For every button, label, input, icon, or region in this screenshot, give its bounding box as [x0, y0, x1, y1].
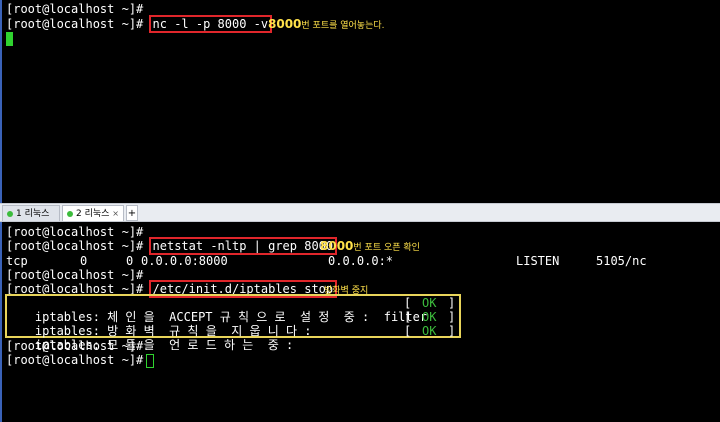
- annotation-port-check: 8000번 포트 오픈 확인: [320, 239, 420, 253]
- cursor-line: [6, 32, 13, 46]
- nc-command: nc -l -p 8000 -v: [148, 15, 273, 33]
- iptables-output-line: iptables: 체 인 을 ACCEPT 규 칙 으 로 설 정 중 : f…: [34, 296, 456, 324]
- add-tab-button[interactable]: +: [126, 205, 138, 221]
- close-tab-icon[interactable]: ×: [112, 206, 119, 222]
- text-cursor: [146, 354, 155, 368]
- tab-session-1[interactable]: 1 리눅스: [2, 205, 60, 221]
- text-cursor: [6, 32, 13, 46]
- ok-status: OK: [422, 296, 437, 310]
- prompt-line: [root@localhost ~]#: [6, 339, 144, 353]
- prompt-line: [root@localhost ~]#: [6, 2, 144, 16]
- prompt-line: [root@localhost ~]#: [6, 268, 144, 282]
- terminal-pane-bottom[interactable]: [root@localhost ~]# [root@localhost ~]# …: [0, 222, 720, 422]
- session-tab-bar: 1 리눅스 2 리눅스 × +: [0, 203, 720, 222]
- status-dot-icon: [67, 210, 73, 217]
- command-line: [root@localhost ~]# nc -l -p 8000 -v: [6, 15, 273, 33]
- annotation-open-port: 8000번 포트를 열어놓는다.: [268, 17, 385, 31]
- cursor-line: [root@localhost ~]#: [6, 353, 155, 368]
- status-dot-icon: [7, 210, 13, 217]
- ok-status: OK: [422, 310, 437, 324]
- prompt: [root@localhost ~]#: [6, 17, 144, 31]
- prompt-line: [root@localhost ~]#: [6, 225, 144, 239]
- tab-session-2[interactable]: 2 리눅스 ×: [62, 205, 124, 221]
- terminal-pane-top[interactable]: [root@localhost ~]# [root@localhost ~]# …: [0, 0, 720, 203]
- iptables-output-line: iptables: 모 듈 을 언 로 드 하 는 중 : [ OK ]: [34, 324, 456, 352]
- iptables-output-line: iptables: 방 화 벽 규 칙 을 지 웁 니 다 : [ OK ]: [34, 310, 456, 338]
- netstat-command: netstat -nltp | grep 8000: [148, 237, 338, 255]
- ok-status: OK: [422, 324, 437, 338]
- command-line: [root@localhost ~]# netstat -nltp | grep…: [6, 237, 338, 255]
- netstat-output-row: tcp 0 0 0.0.0.0:8000 0.0.0.0:* LISTEN 51…: [6, 254, 647, 268]
